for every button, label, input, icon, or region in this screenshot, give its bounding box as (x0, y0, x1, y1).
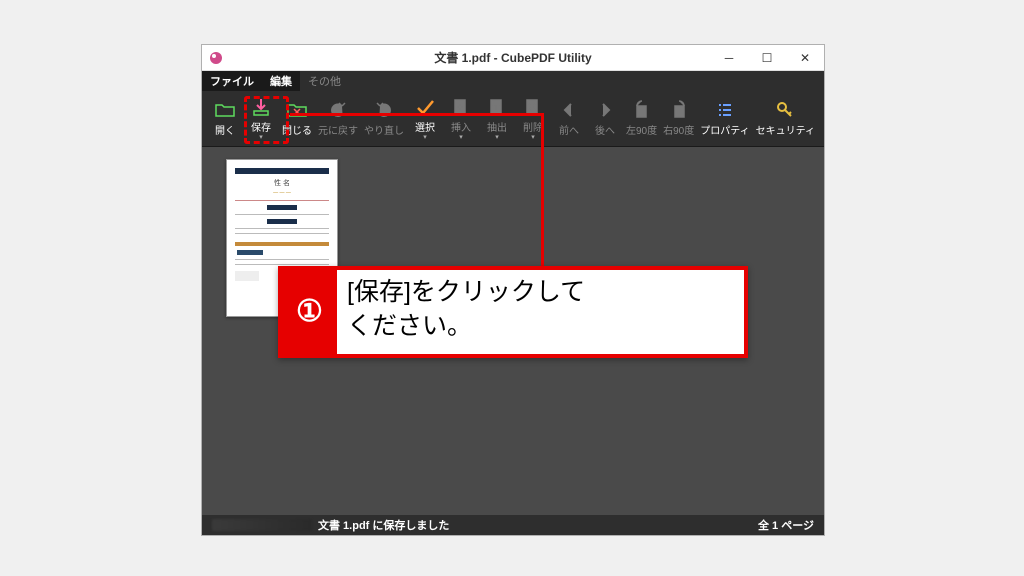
rotate-left-icon (632, 100, 652, 120)
property-button[interactable]: プロパティ (698, 95, 751, 143)
toolbar-label: 削除 (523, 119, 543, 134)
toolbar-label: セキュリティ (756, 122, 815, 137)
redo-button[interactable]: やり直し (362, 95, 406, 143)
app-icon (208, 50, 224, 66)
menu-other[interactable]: その他 (300, 71, 349, 91)
rotate-left-button[interactable]: 左90度 (624, 95, 659, 143)
thumb-title: 性 名 (235, 178, 329, 188)
maximize-button[interactable]: ☐ (748, 45, 786, 70)
folder-open-icon (215, 100, 235, 120)
annotation-callout: ① [保存]をクリックして ください。 (278, 266, 748, 358)
annotation-connector (290, 113, 544, 116)
dropdown-caret-icon: ▾ (423, 135, 427, 141)
open-button[interactable]: 開く (208, 95, 242, 143)
dropdown-caret-icon: ▾ (495, 135, 499, 141)
statusbar: 文書 1.pdf に保存しました 全 1 ページ (202, 515, 824, 535)
annotation-text: [保存]をクリックして ください。 (337, 270, 595, 354)
arrow-left-icon (559, 100, 579, 120)
select-button[interactable]: 選択 ▾ (408, 95, 442, 143)
close-button[interactable]: ✕ (786, 45, 824, 70)
folder-close-icon (287, 100, 307, 120)
arrow-right-icon (595, 100, 615, 120)
status-path-blurred (212, 519, 312, 531)
toolbar-label: 後へ (595, 122, 615, 137)
extract-button[interactable]: 抽出 ▾ (480, 95, 514, 143)
rotate-right-button[interactable]: 右90度 (661, 95, 696, 143)
annotation-step-badge: ① (282, 270, 337, 354)
titlebar: 文書 1.pdf - CubePDF Utility ─ ☐ ✕ (202, 45, 824, 71)
toolbar-label: 抽出 (487, 119, 507, 134)
security-button[interactable]: セキュリティ (754, 95, 817, 143)
toolbar-label: 挿入 (451, 119, 471, 134)
toolbar-label: やり直し (364, 122, 404, 137)
list-icon (715, 100, 735, 120)
toolbar-label: 左90度 (626, 122, 657, 137)
rotate-right-icon (669, 100, 689, 120)
annotation-highlight-save (244, 96, 289, 144)
toolbar-label: プロパティ (700, 122, 749, 137)
toolbar-label: 選択 (415, 119, 435, 134)
status-message: 文書 1.pdf に保存しました (318, 517, 449, 533)
delete-button[interactable]: 削除 ▾ (516, 95, 550, 143)
undo-icon (328, 100, 348, 120)
toolbar-label: 元に戻す (318, 122, 358, 137)
toolbar-label: 右90度 (663, 122, 694, 137)
toolbar-label: 開く (215, 122, 235, 137)
status-page-info: 全 1 ページ (758, 517, 814, 533)
dropdown-caret-icon: ▾ (531, 135, 535, 141)
prev-button[interactable]: 前へ (552, 95, 586, 143)
menu-file[interactable]: ファイル (202, 71, 262, 91)
window-controls: ─ ☐ ✕ (710, 45, 824, 70)
key-icon (775, 100, 795, 120)
toolbar-label: 前へ (559, 122, 579, 137)
annotation-connector (541, 113, 544, 266)
next-button[interactable]: 後へ (588, 95, 622, 143)
dropdown-caret-icon: ▾ (459, 135, 463, 141)
toolbar: 開く 保存 ▾ 閉じる 元に戻す やり直し 選択 ▾ 挿入 ▾ (202, 91, 824, 147)
menu-edit[interactable]: 編集 (262, 71, 300, 91)
menubar: ファイル 編集 その他 (202, 71, 824, 91)
minimize-button[interactable]: ─ (710, 45, 748, 70)
undo-button[interactable]: 元に戻す (316, 95, 360, 143)
redo-icon (374, 100, 394, 120)
insert-button[interactable]: 挿入 ▾ (444, 95, 478, 143)
